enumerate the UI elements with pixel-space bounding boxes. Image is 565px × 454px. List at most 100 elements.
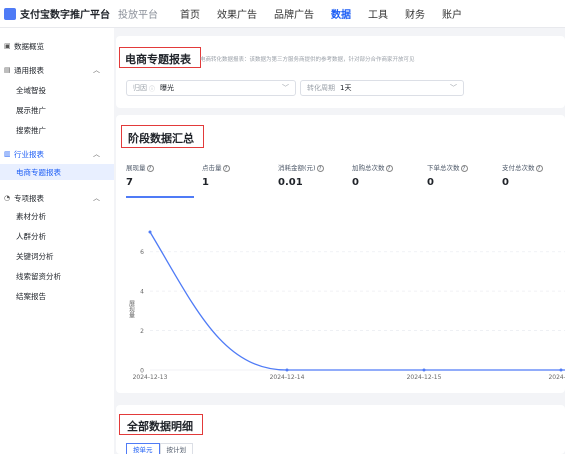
- help-icon[interactable]: ?: [385, 164, 393, 172]
- y-tick-label: 2: [140, 328, 144, 335]
- industry-icon: ▥: [4, 150, 11, 158]
- x-tick-label: 2024-12-15: [407, 374, 442, 381]
- nav-item-2[interactable]: 品牌广告: [274, 6, 314, 21]
- metric-label-text: 消耗金额(元): [278, 164, 316, 172]
- sidebar-item-label: 素材分析: [16, 211, 46, 221]
- data-point: [422, 368, 426, 372]
- nav-item-4[interactable]: 工具: [368, 6, 388, 21]
- sidebar-item-label: 线索留资分析: [16, 271, 61, 281]
- nav-item-5[interactable]: 财务: [405, 6, 425, 21]
- sidebar-group-label: 行业报表: [14, 149, 44, 159]
- y-axis-label: 展现量: [128, 300, 135, 319]
- data-point: [285, 368, 289, 372]
- sidebar-item-label: 搜索推广: [16, 125, 46, 135]
- metric-4[interactable]: 下单总次数? 0: [427, 162, 468, 188]
- sidebar-item-general-1[interactable]: 展示推广: [0, 102, 114, 118]
- metric-1[interactable]: 点击量? 1: [202, 162, 230, 188]
- metric-value: 0: [502, 177, 509, 188]
- sidebar-item-label: 数据概览: [14, 41, 44, 51]
- top-nav: 支付宝数字推广平台 投放平台 首页 效果广告 品牌广告 数据 工具 财务 账户: [0, 0, 565, 28]
- metric-label-text: 展现量: [126, 164, 146, 172]
- nav-item-6[interactable]: 账户: [442, 6, 462, 21]
- help-icon[interactable]: ?: [460, 164, 468, 172]
- report-title: 电商专题报表: [125, 53, 191, 66]
- detail-title: 全部数据明细: [127, 420, 193, 433]
- sidebar-item-industry-0[interactable]: 电商专题报表: [0, 164, 114, 180]
- logo-icon: [4, 7, 16, 20]
- nav-items: 首页 效果广告 品牌广告 数据 工具 财务 账户: [180, 6, 479, 21]
- sidebar-item-special-1[interactable]: 人群分析: [0, 228, 114, 244]
- metric-label: 支付总次数?: [502, 162, 543, 172]
- help-icon[interactable]: ?: [146, 164, 154, 172]
- brand-name: 支付宝数字推广平台: [20, 10, 110, 21]
- help-icon[interactable]: ?: [316, 164, 324, 172]
- help-icon[interactable]: ?: [535, 164, 543, 172]
- metric-5[interactable]: 支付总次数? 0: [502, 162, 543, 188]
- platform-name: 投放平台: [118, 10, 158, 21]
- sidebar-item-label: 关键词分析: [16, 251, 54, 261]
- x-tick-label: 2024-12-13: [133, 374, 168, 381]
- sidebar-item-label: 人群分析: [16, 231, 46, 241]
- select-value: 1天: [340, 84, 352, 92]
- metric-label-text: 加购总次数: [352, 164, 385, 172]
- report-icon: ▤: [4, 66, 11, 74]
- sidebar-item-label: 电商专题报表: [16, 167, 61, 177]
- tab-by-plan[interactable]: 按计划: [159, 443, 193, 454]
- sidebar-item-overview[interactable]: ▣ 数据概览: [0, 38, 114, 54]
- help-icon[interactable]: ?: [222, 164, 230, 172]
- sidebar-group-industry[interactable]: ▥ 行业报表 ︿: [0, 146, 114, 162]
- sidebar-group-special[interactable]: ◔ 专项报表 ︿: [0, 190, 114, 206]
- metric-value: 0: [427, 177, 434, 188]
- stage-title: 阶段数据汇总: [128, 132, 194, 145]
- nav-item-3[interactable]: 数据: [331, 6, 351, 21]
- sidebar-item-special-0[interactable]: 素材分析: [0, 208, 114, 224]
- y-tick-label: 4: [140, 289, 144, 296]
- sidebar-item-special-4[interactable]: 结案报告: [0, 288, 114, 304]
- overview-icon: ▣: [4, 42, 11, 50]
- sidebar-item-special-2[interactable]: 关键词分析: [0, 248, 114, 264]
- attribution-select[interactable]: 归因 ⓘ 曝光 ﹀: [126, 80, 296, 96]
- info-icon: ⓘ: [149, 85, 156, 93]
- conversion-period-select[interactable]: 转化周期 1天 ﹀: [300, 80, 464, 96]
- sidebar-item-general-2[interactable]: 搜索推广: [0, 122, 114, 138]
- x-tick-label: 2024-12: [548, 374, 565, 381]
- detail-tabs: 按单元 按计划: [126, 443, 193, 454]
- nav-item-0[interactable]: 首页: [180, 6, 200, 21]
- metric-label-text: 支付总次数: [502, 164, 535, 172]
- stage-card: 阶段数据汇总 展现量? 7 点击量? 1 消耗金额(元)? 0.01 加购总次数? 0 下单总次…: [116, 115, 565, 393]
- select-key: 转化周期: [307, 84, 335, 92]
- metric-label: 展现量?: [126, 162, 154, 172]
- metric-2[interactable]: 消耗金额(元)? 0.01: [278, 162, 324, 188]
- data-point: [148, 230, 152, 234]
- sidebar-item-label: 结案报告: [16, 291, 46, 301]
- select-key: 归因: [133, 84, 147, 92]
- metric-label-text: 下单总次数: [427, 164, 460, 172]
- sidebar-item-general-0[interactable]: 全域智投: [0, 82, 114, 98]
- chevron-down-icon: ﹀: [282, 84, 289, 92]
- chevron-up-icon: ︿: [93, 150, 100, 158]
- chevron-up-icon: ︿: [93, 66, 100, 74]
- sidebar-group-general[interactable]: ▤ 通用报表 ︿: [0, 62, 114, 78]
- data-point: [559, 368, 563, 372]
- sidebar: ▣ 数据概览 ▤ 通用报表 ︿ 全域智投 展示推广 搜索推广 ▥ 行业报表 ︿ …: [0, 28, 114, 454]
- x-tick-label: 2024-12-14: [270, 374, 305, 381]
- metric-value: 7: [126, 177, 133, 188]
- metric-0[interactable]: 展现量? 7: [126, 162, 154, 188]
- sidebar-item-label: 全域智投: [16, 85, 46, 95]
- metric-label: 下单总次数?: [427, 162, 468, 172]
- sidebar-item-label: 展示推广: [16, 105, 46, 115]
- metric-label: 消耗金额(元)?: [278, 162, 324, 172]
- chevron-up-icon: ︿: [93, 194, 100, 202]
- detail-card: 全部数据明细 按单元 按计划: [116, 405, 565, 454]
- series-line: [149, 231, 565, 371]
- report-hint: 电商转化数据报表：该数据为第三方服务商提供的参考数据，针对部分合作商家开放可见: [200, 57, 415, 63]
- sidebar-group-label: 通用报表: [14, 65, 44, 75]
- tab-by-unit[interactable]: 按单元: [126, 443, 160, 454]
- chevron-down-icon: ﹀: [450, 84, 457, 92]
- sidebar-group-label: 专项报表: [14, 193, 44, 203]
- special-icon: ◔: [4, 194, 11, 202]
- metric-3[interactable]: 加购总次数? 0: [352, 162, 393, 188]
- nav-item-1[interactable]: 效果广告: [217, 6, 257, 21]
- sidebar-item-special-3[interactable]: 线索留资分析: [0, 268, 114, 284]
- y-tick-label: 6: [140, 249, 144, 256]
